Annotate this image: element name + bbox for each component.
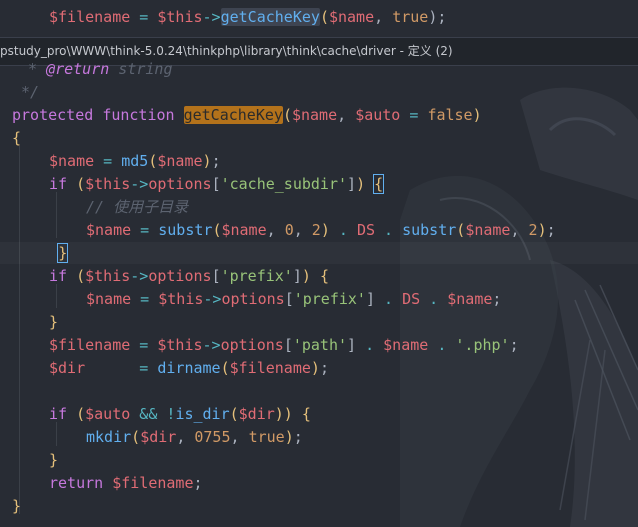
indent-guide (19, 146, 20, 514)
code-line[interactable]: } (12, 495, 21, 517)
code-line[interactable]: } (0, 242, 638, 264)
indent-guide (56, 284, 57, 308)
code-line[interactable]: mkdir($dir, 0755, true); (86, 426, 303, 448)
code-line[interactable]: $name = md5($name); (49, 150, 221, 172)
code-line[interactable]: if ($this->options['cache_subdir']) { (49, 173, 385, 195)
code-line[interactable]: if ($this->options['prefix']) { (49, 265, 329, 287)
breadcrumb-path[interactable]: pstudy_pro\WWW\think-5.0.24\thinkphp\lib… (0, 44, 453, 58)
code-line[interactable]: $filename = $this->getCacheKey($name, tr… (49, 6, 446, 28)
code-line[interactable]: // 使用子目录 (86, 196, 188, 218)
code-line[interactable]: $name = substr($name, 0, 2) . DS . subst… (86, 219, 556, 241)
code-line[interactable]: if ($auto && !is_dir($dir)) { (49, 403, 311, 425)
code-line[interactable]: $filename = $this->options['path'] . $na… (49, 334, 519, 356)
code-editor[interactable]: $filename = $this->getCacheKey($name, tr… (0, 0, 638, 527)
code-line[interactable]: } (49, 449, 58, 471)
code-line[interactable]: * @return string (28, 58, 173, 80)
indent-guide (56, 192, 57, 238)
function-name-highlight[interactable]: getCacheKey (183, 106, 283, 124)
code-line[interactable]: */ (21, 81, 39, 103)
code-line[interactable]: } (49, 311, 58, 333)
indent-guide (56, 422, 57, 446)
code-line[interactable]: $name = $this->options['prefix'] . DS . … (86, 288, 501, 310)
code-line[interactable]: { (12, 127, 21, 149)
code-line[interactable]: $dir = dirname($filename); (49, 357, 329, 379)
code-line[interactable]: protected function getCacheKey($name, $a… (12, 104, 482, 126)
code-line[interactable]: return $filename; (49, 472, 203, 494)
